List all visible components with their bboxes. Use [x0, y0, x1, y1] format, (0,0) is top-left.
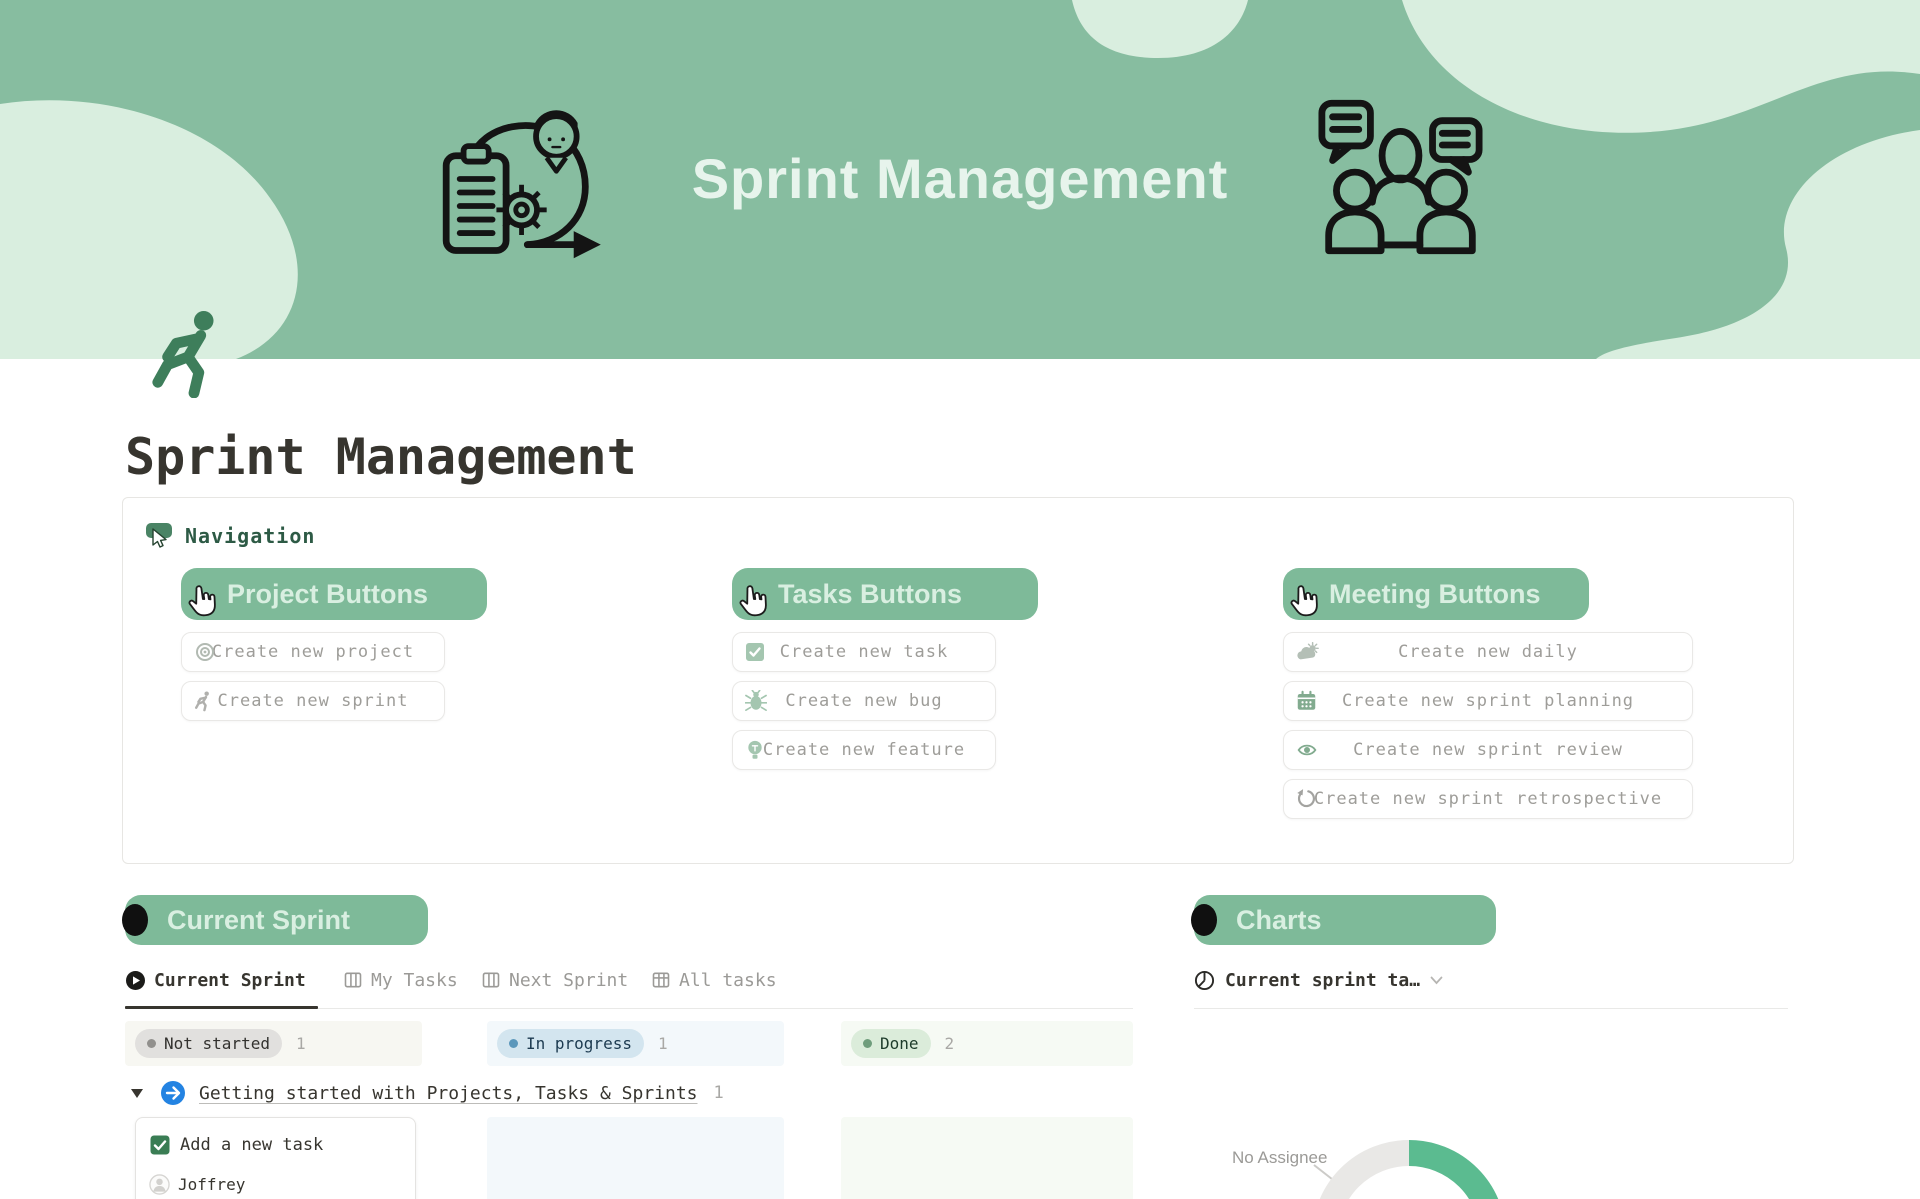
status-pill-not-started[interactable]: Not started [135, 1029, 282, 1058]
lightbulb-icon [745, 739, 765, 761]
column-count: 1 [296, 1034, 306, 1053]
create-new-sprint-planning-button[interactable]: Create new sprint planning [1283, 681, 1693, 721]
status-dot [509, 1039, 518, 1048]
checkbox-icon [745, 642, 765, 662]
status-pill-in-progress[interactable]: In progress [497, 1029, 644, 1058]
tasks-buttons-header[interactable]: Tasks Buttons [732, 568, 1038, 620]
board-column-not-started: Not started 1 [125, 1021, 422, 1066]
in-progress-lane [487, 1117, 784, 1199]
group-title: Project Buttons [181, 579, 428, 610]
target-icon [194, 641, 216, 663]
hand-pointer-icon [1286, 582, 1320, 620]
group-count: 1 [714, 1083, 724, 1103]
create-new-sprint-button[interactable]: Create new sprint [181, 681, 445, 721]
create-new-task-button[interactable]: Create new task [732, 632, 996, 672]
avatar-icon [149, 1174, 170, 1195]
meeting-buttons-group: Meeting Buttons Create new daily Create … [1283, 568, 1693, 819]
runner-page-icon[interactable] [148, 308, 236, 398]
charts-divider [1194, 1008, 1788, 1009]
meeting-buttons-header[interactable]: Meeting Buttons [1283, 568, 1589, 620]
board-icon [481, 970, 501, 990]
create-new-sprint-retrospective-button[interactable]: Create new sprint retrospective [1283, 779, 1693, 819]
banner-title: Sprint Management [560, 146, 1360, 211]
toggle-triangle-icon[interactable] [131, 1089, 143, 1098]
status-dot [863, 1039, 872, 1048]
sun-cloud-icon [1296, 642, 1320, 663]
group-title: Meeting Buttons [1283, 579, 1540, 610]
meeting-icon [1318, 98, 1483, 256]
task-title[interactable]: Add a new task [180, 1135, 323, 1155]
cover-banner: Sprint Management [0, 0, 1920, 359]
cursor-click-icon [145, 522, 173, 550]
board-column-in-progress: In progress 1 [487, 1021, 784, 1066]
board-group-row: Getting started with Projects, Tasks & S… [125, 1076, 724, 1110]
play-circle-icon [125, 970, 146, 991]
tab-next-sprint[interactable]: Next Sprint [481, 963, 628, 997]
black-dot-icon [122, 904, 148, 936]
current-sprint-heading: Current Sprint [125, 895, 428, 945]
sprint-donut-chart[interactable] [1312, 1140, 1506, 1199]
task-card[interactable]: Add a new task Joffrey [135, 1117, 416, 1199]
done-lane [841, 1117, 1133, 1199]
eye-icon [1296, 740, 1318, 760]
create-new-daily-button[interactable]: Create new daily [1283, 632, 1693, 672]
group-title-link[interactable]: Getting started with Projects, Tasks & S… [199, 1083, 698, 1104]
sprint-management-page: Sprint Management [0, 0, 1920, 1199]
table-icon [651, 970, 671, 990]
column-count: 1 [658, 1034, 668, 1053]
arrow-circle-icon [160, 1080, 186, 1106]
active-tab-underline [125, 1006, 318, 1009]
hand-pointer-icon [735, 582, 769, 620]
task-checkbox-icon[interactable] [150, 1135, 170, 1155]
create-new-project-button[interactable]: Create new project [181, 632, 445, 672]
tab-my-tasks[interactable]: My Tasks [343, 963, 458, 997]
chevron-down-icon[interactable] [1430, 976, 1443, 985]
runner-icon [194, 690, 214, 712]
tab-current-sprint[interactable]: Current Sprint [125, 963, 306, 997]
create-new-bug-button[interactable]: Create new bug [732, 681, 996, 721]
navigation-label: Navigation [185, 524, 315, 548]
column-count: 2 [945, 1034, 955, 1053]
page-title[interactable]: Sprint Management [125, 428, 637, 486]
charts-heading: Charts [1194, 895, 1496, 945]
create-new-feature-button[interactable]: Create new feature [732, 730, 996, 770]
create-new-sprint-review-button[interactable]: Create new sprint review [1283, 730, 1693, 770]
calendar-icon [1296, 691, 1317, 712]
status-dot [147, 1039, 156, 1048]
tab-all-tasks[interactable]: All tasks [651, 963, 777, 997]
board-icon [343, 970, 363, 990]
bug-icon [745, 690, 767, 712]
black-dot-icon [1191, 904, 1217, 936]
charts-view-tab[interactable]: Current sprint ta… [1194, 963, 1443, 997]
project-buttons-header[interactable]: Project Buttons [181, 568, 487, 620]
project-buttons-group: Project Buttons Create new project Creat… [181, 568, 487, 721]
assignee-name[interactable]: Joffrey [178, 1175, 245, 1194]
tasks-buttons-group: Tasks Buttons Create new task Create new… [732, 568, 1038, 770]
undo-arrow-icon [1296, 789, 1316, 810]
status-pill-done[interactable]: Done [851, 1029, 931, 1058]
hand-pointer-icon [184, 582, 218, 620]
pie-chart-icon [1194, 970, 1215, 991]
navigation-callout: Navigation Project Buttons Create new pr… [122, 497, 1794, 864]
board-column-done: Done 2 [841, 1021, 1133, 1066]
